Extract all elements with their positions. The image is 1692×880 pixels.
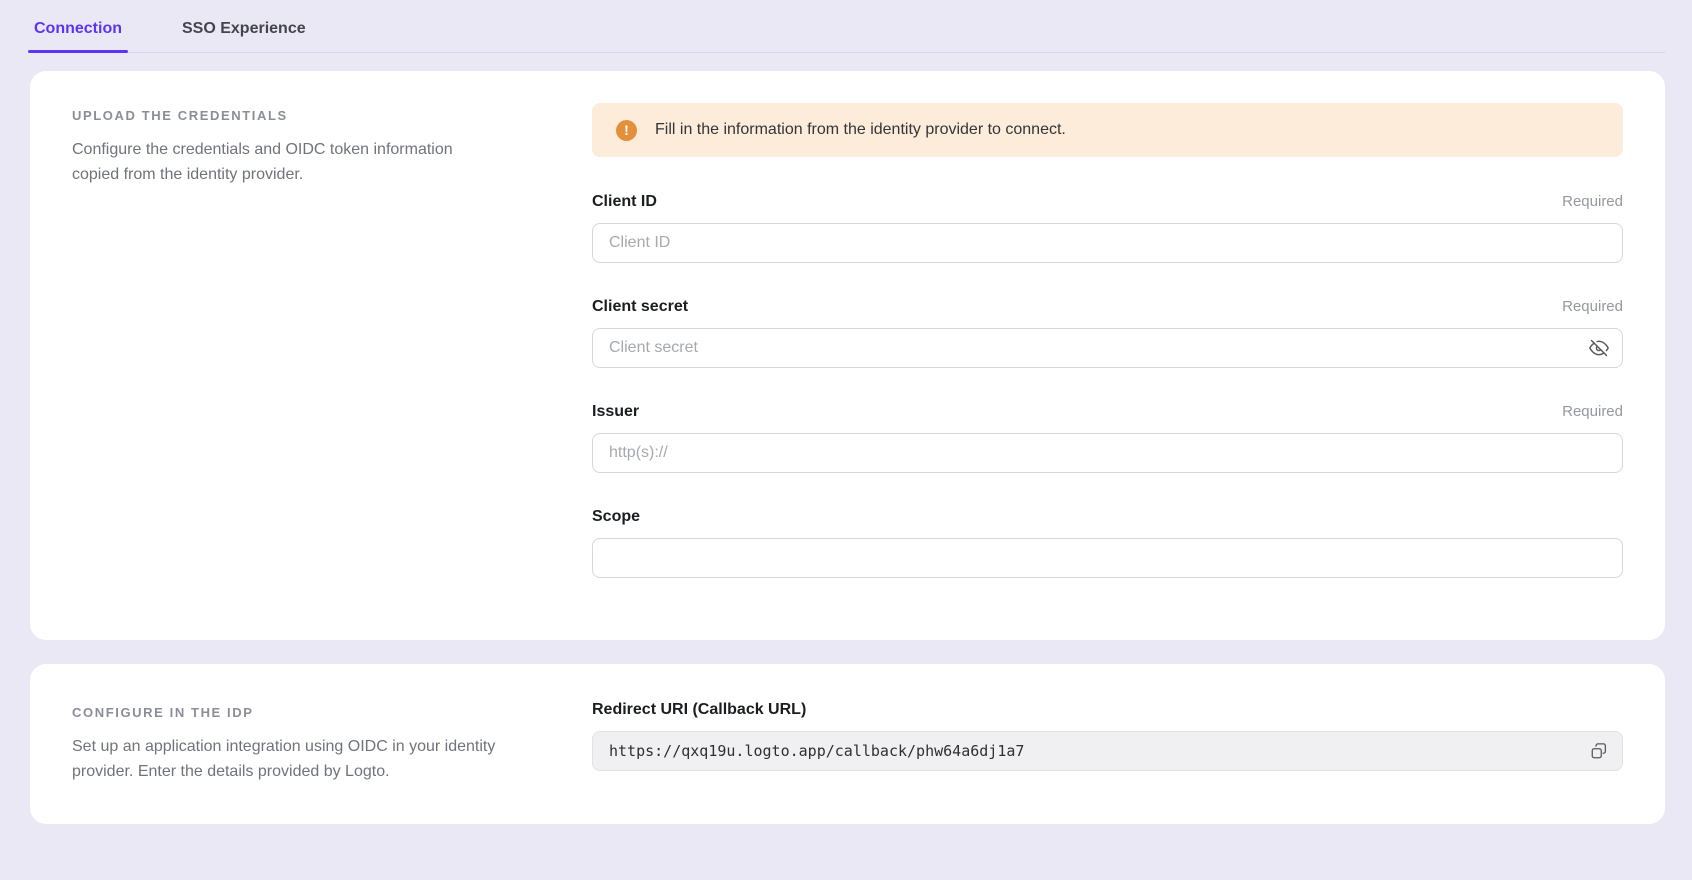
idp-card-form: Redirect URI (Callback URL) https://qxq1… bbox=[592, 700, 1623, 784]
client-secret-label: Client secret bbox=[592, 297, 688, 317]
client-secret-input[interactable] bbox=[592, 328, 1623, 368]
redirect-uri-value: https://qxq19u.logto.app/callback/phw64a… bbox=[609, 742, 1584, 760]
client-id-label: Client ID bbox=[592, 192, 657, 212]
section-title: UPLOAD THE CREDENTIALS bbox=[72, 103, 502, 125]
section-description: Configure the credentials and OIDC token… bbox=[72, 137, 502, 187]
copy-button[interactable] bbox=[1584, 736, 1614, 766]
scope-input[interactable] bbox=[592, 538, 1623, 578]
credentials-card-left: UPLOAD THE CREDENTIALS Configure the cre… bbox=[72, 103, 502, 578]
client-id-field-row: Client ID Required bbox=[592, 192, 1623, 263]
idp-card-left: CONFIGURE IN THE IDP Set up an applicati… bbox=[72, 700, 502, 784]
scope-field-row: Scope bbox=[592, 507, 1623, 578]
tab-sso-experience[interactable]: SSO Experience bbox=[178, 20, 310, 52]
alert-circle-icon: ! bbox=[616, 120, 637, 141]
toggle-secret-visibility-button[interactable] bbox=[1585, 334, 1613, 362]
credentials-card-form: ! Fill in the information from the ident… bbox=[592, 103, 1623, 578]
redirect-uri-label: Redirect URI (Callback URL) bbox=[592, 700, 806, 720]
issuer-input[interactable] bbox=[592, 433, 1623, 473]
client-secret-required-badge: Required bbox=[1562, 297, 1623, 317]
tab-connection[interactable]: Connection bbox=[30, 20, 126, 52]
alert-text: Fill in the information from the identit… bbox=[655, 121, 1066, 139]
client-id-required-badge: Required bbox=[1562, 192, 1623, 212]
client-id-input[interactable] bbox=[592, 223, 1623, 263]
issuer-required-badge: Required bbox=[1562, 402, 1623, 422]
eye-off-icon bbox=[1589, 338, 1609, 358]
credentials-card: UPLOAD THE CREDENTIALS Configure the cre… bbox=[30, 71, 1665, 640]
client-secret-field-row: Client secret Required bbox=[592, 297, 1623, 368]
tab-bar: Connection SSO Experience bbox=[30, 0, 1665, 53]
copy-icon bbox=[1590, 742, 1608, 760]
section-description: Set up an application integration using … bbox=[72, 734, 502, 784]
alert-banner: ! Fill in the information from the ident… bbox=[592, 103, 1623, 157]
issuer-field-row: Issuer Required bbox=[592, 402, 1623, 473]
redirect-uri-copy-field: https://qxq19u.logto.app/callback/phw64a… bbox=[592, 731, 1623, 771]
idp-card: CONFIGURE IN THE IDP Set up an applicati… bbox=[30, 664, 1665, 824]
section-title: CONFIGURE IN THE IDP bbox=[72, 700, 502, 722]
issuer-label: Issuer bbox=[592, 402, 639, 422]
scope-label: Scope bbox=[592, 507, 640, 527]
